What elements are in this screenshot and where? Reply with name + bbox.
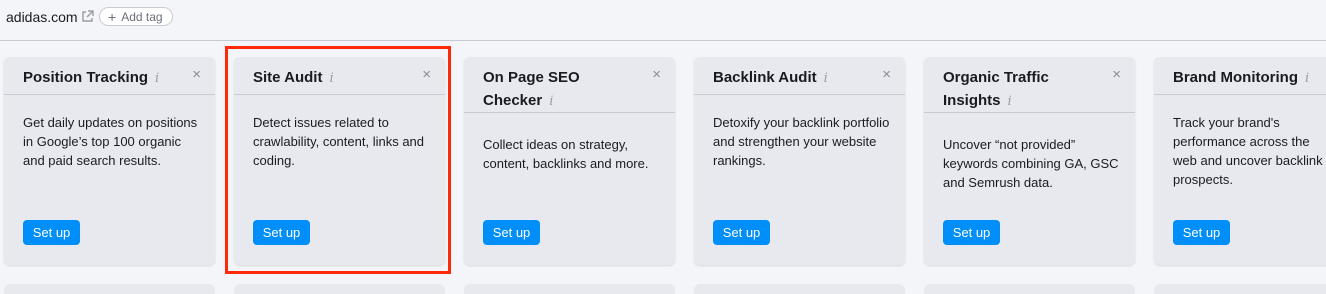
card-title: Position Tracking i	[23, 66, 163, 90]
close-icon[interactable]: ×	[422, 67, 431, 83]
info-icon[interactable]: i	[824, 67, 828, 90]
setup-button[interactable]: Set up	[713, 220, 770, 245]
close-icon[interactable]: ×	[192, 67, 201, 83]
card-description: Detoxify your backlink portfolio and str…	[713, 115, 890, 168]
card-description: Detect issues related to crawlability, c…	[253, 115, 425, 168]
tool-card-brand-monitoring: Brand Monitoring i Track your brand's per…	[1154, 57, 1326, 265]
card-stub	[1154, 284, 1326, 294]
card-header: Brand Monitoring i	[1154, 57, 1326, 95]
card-header: Site Audit i ×	[234, 57, 445, 95]
info-icon[interactable]: i	[155, 67, 159, 90]
card-stub	[464, 284, 675, 294]
card-title: Backlink Audit i	[713, 66, 853, 90]
tool-card-organic-traffic-insights: Organic Traffic Insights i × Uncover “not…	[924, 57, 1135, 265]
setup-button[interactable]: Set up	[253, 220, 310, 245]
close-icon[interactable]: ×	[882, 67, 891, 83]
card-title: Organic Traffic Insights i	[943, 66, 1068, 113]
project-header: adidas.com + Add tag	[0, 0, 1326, 41]
card-stub	[694, 284, 905, 294]
card-description: Uncover “not provided” keywords combinin…	[943, 137, 1119, 190]
info-icon[interactable]: i	[1008, 90, 1012, 113]
card-stub	[924, 284, 1135, 294]
setup-button[interactable]: Set up	[23, 220, 80, 245]
tool-card-position-tracking: Position Tracking i × Get daily updates o…	[4, 57, 215, 265]
card-header: Backlink Audit i ×	[694, 57, 905, 95]
card-description: Collect ideas on strategy, content, back…	[483, 137, 649, 171]
close-icon[interactable]: ×	[652, 67, 661, 83]
card-title: On Page SEO Checker i	[483, 66, 603, 113]
card-title: Site Audit i	[253, 66, 393, 90]
setup-button[interactable]: Set up	[1173, 220, 1230, 245]
card-stub	[4, 284, 215, 294]
setup-button[interactable]: Set up	[483, 220, 540, 245]
setup-button[interactable]: Set up	[943, 220, 1000, 245]
project-domain[interactable]: adidas.com	[6, 9, 78, 25]
tool-card-site-audit: Site Audit i × Detect issues related to c…	[234, 57, 445, 265]
add-tag-label: Add tag	[121, 9, 163, 24]
info-icon[interactable]: i	[1305, 67, 1309, 90]
card-title: Brand Monitoring i	[1173, 66, 1326, 90]
tool-card-backlink-audit: Backlink Audit i × Detoxify your backlink…	[694, 57, 905, 265]
card-header: Organic Traffic Insights i ×	[924, 57, 1135, 113]
info-icon[interactable]: i	[329, 67, 333, 90]
card-header: Position Tracking i ×	[4, 57, 215, 95]
close-icon[interactable]: ×	[1112, 67, 1121, 83]
card-stub	[234, 284, 445, 294]
tool-card-on-page-seo-checker: On Page SEO Checker i × Collect ideas on …	[464, 57, 675, 265]
card-header: On Page SEO Checker i ×	[464, 57, 675, 113]
add-tag-button[interactable]: + Add tag	[99, 7, 173, 26]
card-description: Track your brand's performance across th…	[1173, 115, 1323, 187]
external-link-icon[interactable]	[80, 9, 95, 24]
plus-icon: +	[108, 8, 117, 25]
info-icon[interactable]: i	[549, 90, 553, 113]
card-description: Get daily updates on positions in Google…	[23, 115, 198, 168]
